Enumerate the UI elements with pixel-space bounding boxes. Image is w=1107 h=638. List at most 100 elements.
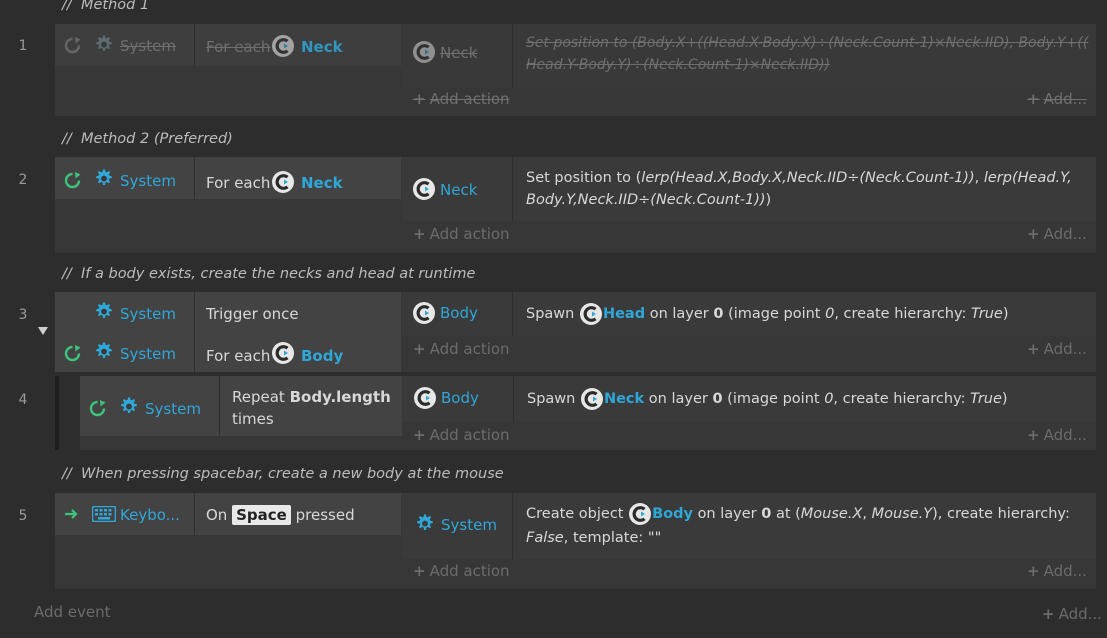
action-spawn[interactable]: Spawn Head on layer 0 (image point 0, cr… <box>526 302 1009 326</box>
comment-spacebar[interactable]: // When pressing spacebar, create a new … <box>62 466 504 484</box>
add-more-label: Add... <box>1043 562 1087 580</box>
condition-key-pressed: On Space pressed <box>206 505 355 525</box>
action-text: (image point <box>727 391 820 407</box>
action-object-system: System <box>441 516 497 534</box>
action-value: True <box>971 306 1003 322</box>
add-more-button[interactable]: + Add... <box>1042 605 1102 623</box>
condition-object-body: Body <box>301 347 344 365</box>
action-text: Set position to ( <box>526 170 642 186</box>
action-value: 0 <box>825 306 835 322</box>
action-value: 0 <box>761 506 772 522</box>
gear-icon <box>417 514 433 530</box>
add-event-button[interactable]: Add event <box>34 603 111 621</box>
action-text-line-2: Head.Y-Body.Y)÷(Neck.Count-1)×Neck.IID)) <box>526 57 831 73</box>
action-text: Spawn <box>527 391 576 407</box>
event-number: 1 <box>18 38 28 54</box>
condition-object-system: System <box>120 37 176 55</box>
comment-text: Method 2 (Preferred) <box>81 131 233 147</box>
add-action-button[interactable]: + Add action <box>413 426 510 444</box>
action-value: False <box>526 530 564 546</box>
action-text: ), create hierarchy: <box>932 506 1070 522</box>
action-object-neck: Neck <box>603 391 645 407</box>
condition-text: For each <box>206 38 271 56</box>
add-more-button[interactable]: + Add... <box>1027 426 1087 444</box>
comment-method-1[interactable]: // Method 1 <box>62 0 149 15</box>
action-object-head: Head <box>602 306 646 322</box>
add-action-button[interactable]: + Add action <box>413 90 510 108</box>
event-1[interactable]: System For each Neck Neck Set position t… <box>55 24 1096 116</box>
event-4[interactable]: System Repeat Body.length times Body Spaw… <box>80 376 1096 450</box>
add-action-label: Add action <box>429 225 510 243</box>
condition-text: Repeat <box>232 388 285 406</box>
gear-icon <box>121 397 137 413</box>
add-action-button[interactable]: + Add action <box>413 562 510 580</box>
keyboard-icon <box>92 506 116 522</box>
event-5-condition[interactable]: Keybo... On Space pressed <box>55 493 401 535</box>
action-text: ) <box>765 192 772 208</box>
event-3-condition-1[interactable]: System Trigger once <box>55 292 401 332</box>
object-c-icon <box>271 341 295 365</box>
loop-icon <box>89 399 107 417</box>
condition-object-keyboard: Keybo... <box>120 506 180 524</box>
gear-icon <box>96 169 112 185</box>
add-more-button[interactable]: + Add... <box>1027 225 1087 243</box>
comment-text: Method 1 <box>81 0 150 13</box>
action-text: on layer <box>649 306 709 322</box>
event-1-condition[interactable]: System For each Neck <box>55 24 401 66</box>
comment-method-2[interactable]: // Method 2 (Preferred) <box>62 131 233 149</box>
event-3[interactable]: System Trigger once System For each Body… <box>55 292 1096 372</box>
add-action-label: Add action <box>429 90 510 108</box>
action-text: , <box>862 506 872 522</box>
event-number: 3 <box>18 307 28 323</box>
action-object-body: Body <box>440 304 478 322</box>
action-spawn[interactable]: Spawn Neck on layer 0 (image point 0, cr… <box>527 387 1008 411</box>
event-2-condition[interactable]: System For each Neck <box>55 157 401 199</box>
action-text: , create hierarchy: <box>834 306 967 322</box>
event-2[interactable]: System For each Neck Neck Set position t… <box>55 157 1096 253</box>
action-object-neck: Neck <box>440 44 478 62</box>
loop-icon <box>64 171 82 189</box>
add-more-button[interactable]: + Add... <box>1027 562 1087 580</box>
object-c-icon <box>578 302 603 326</box>
gear-icon <box>96 35 112 51</box>
add-action-button[interactable]: + Add action <box>413 340 510 358</box>
action-object-body: Body <box>652 506 693 522</box>
condition-expression: Body.length <box>289 388 391 406</box>
add-more-button[interactable]: + Add... <box>1027 90 1087 108</box>
collapse-triangle-icon[interactable] <box>38 327 48 336</box>
comment-text: If a body exists, create the necks and h… <box>81 266 476 282</box>
event-5[interactable]: Keybo... On Space pressed System Create … <box>55 493 1096 589</box>
condition-repeat: Repeat Body.length times <box>232 386 397 430</box>
add-action-label: Add action <box>429 562 510 580</box>
action-value: Mouse.Y <box>871 506 933 522</box>
event-4-condition[interactable]: System Repeat Body.length times <box>80 376 402 436</box>
action-value: True <box>970 391 1002 407</box>
condition-text: pressed <box>295 506 355 524</box>
event-5-action[interactable]: System Create object Body on layer 0 at … <box>402 493 1096 559</box>
comment-runtime[interactable]: // If a body exists, create the necks an… <box>62 266 475 284</box>
action-create-object[interactable]: Create object Body on layer 0 at (Mouse.… <box>526 502 1086 550</box>
add-more-label: Add... <box>1043 90 1087 108</box>
action-text: ) <box>1001 391 1008 407</box>
event-number: 4 <box>18 392 28 408</box>
action-text: on layer <box>648 391 708 407</box>
condition-object-neck: Neck <box>301 174 343 192</box>
add-more-label: Add... <box>1043 225 1087 243</box>
event-3-action[interactable]: Body Spawn Head on layer 0 (image point … <box>402 292 1096 336</box>
loop-icon <box>64 344 82 362</box>
event-1-action[interactable]: Neck Set position to (Body.X+((Head.X-Bo… <box>402 24 1096 88</box>
event-3-condition-2[interactable]: System For each Body <box>55 332 401 372</box>
action-text: on layer <box>697 506 757 522</box>
object-c-icon <box>412 177 436 201</box>
action-object-body: Body <box>441 389 479 407</box>
event-4-action[interactable]: Body Spawn Neck on layer 0 (image point … <box>403 376 1096 422</box>
action-text: (image point <box>728 306 821 322</box>
add-more-button[interactable]: + Add... <box>1027 340 1087 358</box>
event-number: 2 <box>18 172 28 188</box>
event-2-action[interactable]: Neck Set position to (lerp(Head.X,Body.X… <box>402 157 1096 221</box>
action-text: ) <box>1002 306 1009 322</box>
action-expression: Body.Y,Neck.IID÷(Neck.Count-1)) <box>526 192 766 208</box>
add-action-button[interactable]: + Add action <box>413 225 510 243</box>
object-c-icon <box>271 34 295 58</box>
action-set-position[interactable]: Set position to (lerp(Head.X,Body.X,Neck… <box>526 167 1086 211</box>
